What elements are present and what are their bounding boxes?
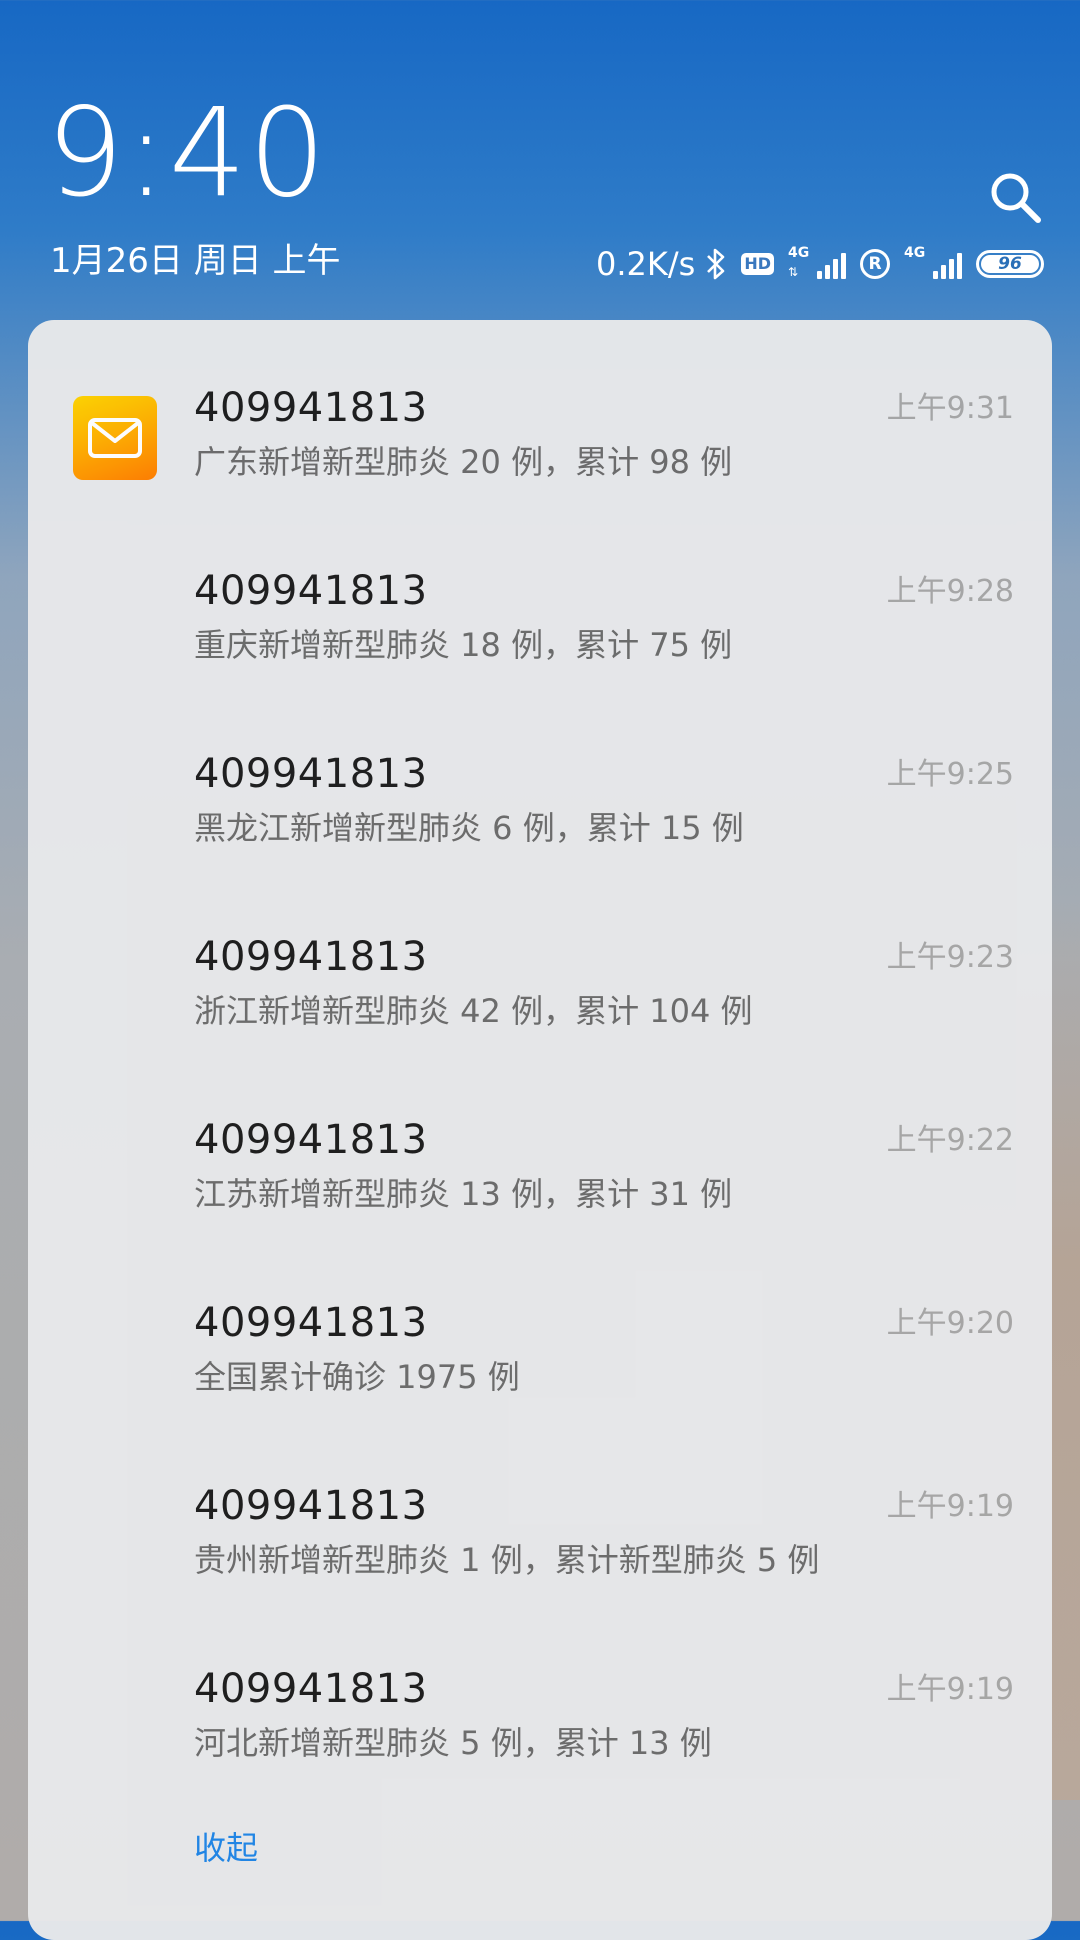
notification-body: 河北新增新型肺炎 5 例，累计 13 例 [194,1724,712,1762]
signal-bars [933,253,962,279]
notification-body: 江苏新增新型肺炎 13 例，累计 31 例 [194,1175,733,1213]
sim2-network-type: 4G [904,245,926,261]
notification-item[interactable]: 409941813 浙江新增新型肺炎 42 例，累计 104 例 上午9:23 [28,869,1052,1052]
notification-body: 黑龙江新增新型肺炎 6 例，累计 15 例 [194,809,744,847]
search-icon[interactable] [986,168,1046,228]
sim1-network-type: 4G [788,245,810,261]
notification-time: 上午9:31 [886,391,1014,426]
bluetooth-icon [705,247,727,281]
notification-sender: 409941813 [194,568,428,614]
notification-time: 上午9:22 [886,1123,1014,1158]
notification-item[interactable]: 409941813 河北新增新型肺炎 5 例，累计 13 例 上午9:19 [28,1601,1052,1784]
data-arrows-icon: ⇅ [788,265,799,279]
notification-sender: 409941813 [194,1117,428,1163]
notification-item[interactable]: 409941813 贵州新增新型肺炎 1 例，累计新型肺炎 5 例 上午9:19 [28,1418,1052,1601]
notification-body: 全国累计确诊 1975 例 [194,1358,520,1396]
notification-body: 贵州新增新型肺炎 1 例，累计新型肺炎 5 例 [194,1541,820,1579]
roaming-icon: R [860,249,890,279]
battery-icon: 96 [976,250,1044,278]
notification-sender: 409941813 [194,934,428,980]
lockscreen-date: 1月26日 周日 上午 [50,241,341,281]
notification-item[interactable]: 409941813 黑龙江新增新型肺炎 6 例，累计 15 例 上午9:25 [28,686,1052,869]
signal-sim2-icon: 4G [904,245,962,281]
notification-time: 上午9:19 [886,1672,1014,1707]
notification-sender: 409941813 [194,1666,428,1712]
notification-time: 上午9:20 [886,1306,1014,1341]
notification-panel: 409941813 广东新增新型肺炎 20 例，累计 98 例 上午9:31 4… [28,320,1052,1940]
network-speed: 0.2K/s [596,245,696,283]
hd-voice-icon: HD [741,253,774,275]
collapse-button[interactable]: 收起 [194,1832,258,1864]
notification-item[interactable]: 409941813 江苏新增新型肺炎 13 例，累计 31 例 上午9:22 [28,1052,1052,1235]
notification-sender: 409941813 [194,1300,428,1346]
notification-time: 上午9:23 [886,940,1014,975]
notification-sender: 409941813 [194,1483,428,1529]
signal-sim1-icon: 4G ⇅ [788,245,846,281]
notification-body: 重庆新增新型肺炎 18 例，累计 75 例 [194,626,733,664]
notification-sender: 409941813 [194,385,428,431]
notification-time: 上午9:19 [886,1489,1014,1524]
status-bar: 0.2K/s HD 4G ⇅ R 4G 96 [596,244,1044,284]
signal-bars [817,253,846,279]
battery-level: 96 [981,254,1039,274]
notification-item[interactable]: 409941813 广东新增新型肺炎 20 例，累计 98 例 上午9:31 [28,320,1052,503]
notification-body: 浙江新增新型肺炎 42 例，累计 104 例 [194,992,753,1030]
lockscreen-header: 9:40 1月26日 周日 上午 0.2K/s HD 4G ⇅ R 4G 96 [0,0,1080,320]
notification-time: 上午9:25 [886,757,1014,792]
notification-sender: 409941813 [194,751,428,797]
lockscreen-clock: 9:40 [46,82,328,224]
notification-body: 广东新增新型肺炎 20 例，累计 98 例 [194,443,733,481]
notification-item[interactable]: 409941813 全国累计确诊 1975 例 上午9:20 [28,1235,1052,1418]
notification-item[interactable]: 409941813 重庆新增新型肺炎 18 例，累计 75 例 上午9:28 [28,503,1052,686]
notification-time: 上午9:28 [886,574,1014,609]
